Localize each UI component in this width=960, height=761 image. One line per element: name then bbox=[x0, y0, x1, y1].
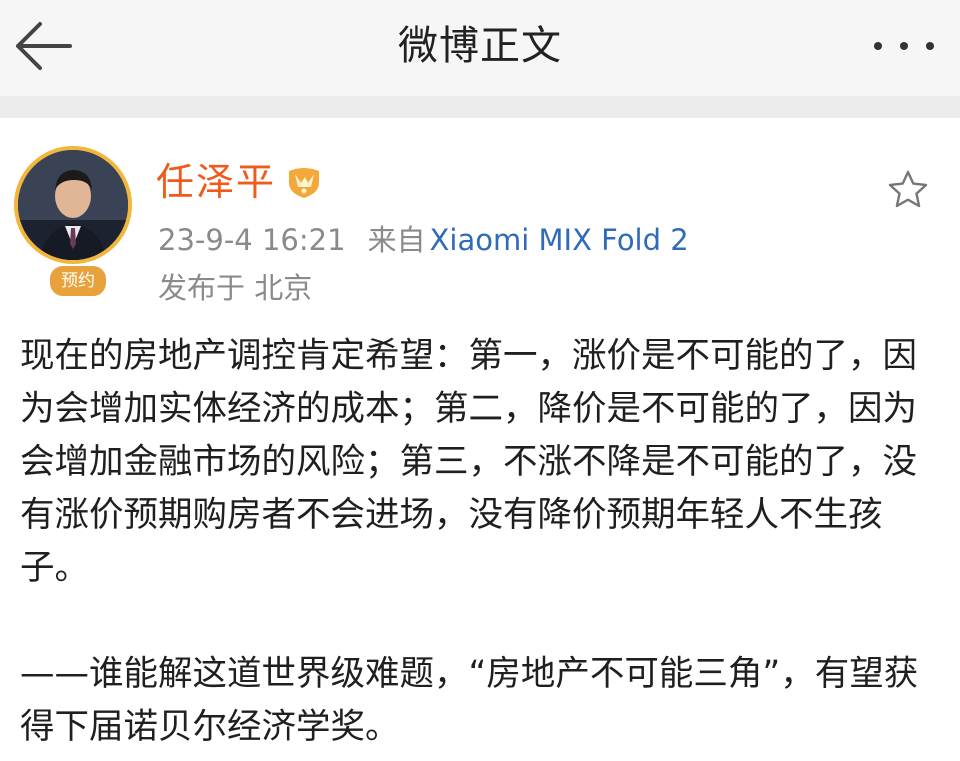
device-link[interactable]: Xiaomi MIX Fold 2 bbox=[430, 223, 689, 257]
section-divider bbox=[0, 96, 960, 118]
favorite-button[interactable] bbox=[886, 168, 930, 212]
source-prefix: 来自 bbox=[367, 223, 426, 257]
verified-badge-icon bbox=[289, 168, 319, 198]
post-meta: 23-9-4 16:21 来自 Xiaomi MIX Fold 2 bbox=[158, 220, 689, 260]
more-dots-icon bbox=[874, 42, 882, 50]
avatar[interactable]: 预约 bbox=[14, 146, 132, 298]
star-outline-icon bbox=[888, 170, 928, 208]
post-paragraph: 现在的房地产调控肯定希望：第一，涨价是不可能的了，因为会增加实体经济的成本；第二… bbox=[20, 336, 917, 588]
top-nav-bar: 微博正文 bbox=[0, 0, 960, 96]
post-body: 现在的房地产调控肯定希望：第一，涨价是不可能的了，因为会增加实体经济的成本；第二… bbox=[20, 330, 940, 754]
post-location: 发布于 北京 bbox=[158, 271, 313, 305]
page-title: 微博正文 bbox=[398, 23, 562, 69]
post-paragraph: ——谁能解这道世界级难题，“房地产不可能三角”，有望获得下届诺贝尔经济学奖。 bbox=[20, 654, 919, 747]
author-name[interactable]: 任泽平 bbox=[156, 158, 276, 206]
avatar-photo-icon bbox=[18, 150, 128, 260]
more-options-button[interactable] bbox=[868, 26, 940, 66]
reservation-badge: 预约 bbox=[48, 264, 108, 298]
timestamp: 23-9-4 16:21 bbox=[158, 223, 346, 257]
weibo-post: 预约 任泽平 23-9-4 16:21 来自 Xiaomi MIX Fold 2 发… bbox=[0, 118, 960, 761]
